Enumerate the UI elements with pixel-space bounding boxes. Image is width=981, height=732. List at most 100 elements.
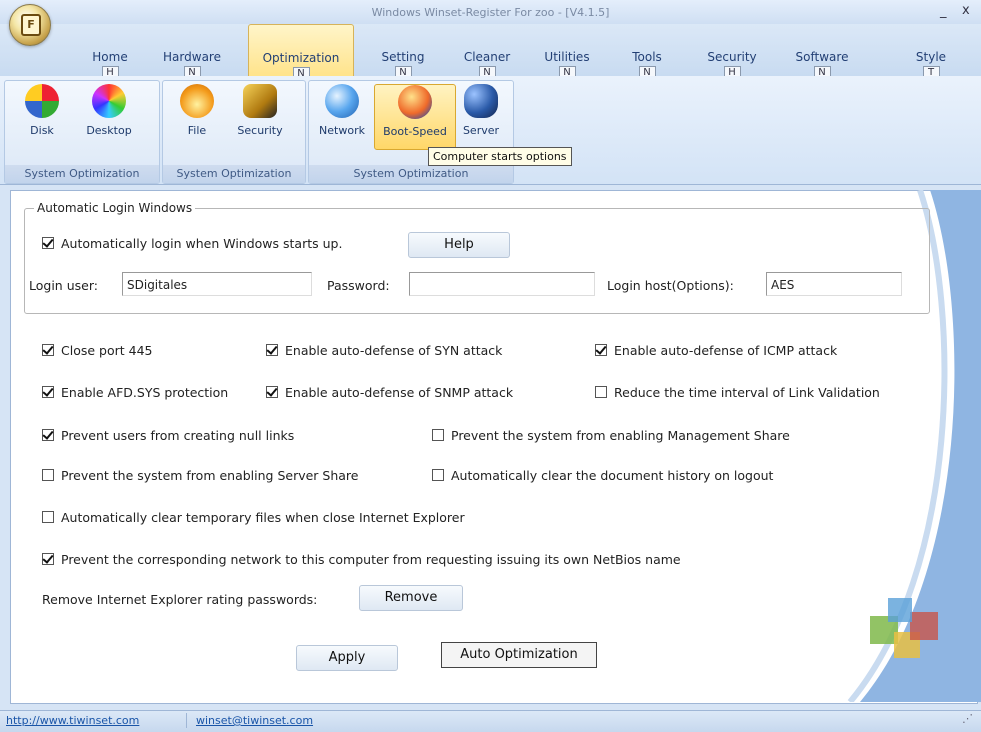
- boot-speed-icon: [398, 85, 432, 119]
- checkbox-label: Automatically clear temporary files when…: [61, 510, 465, 525]
- login-host-label: Login host(Options):: [607, 278, 734, 293]
- management-share-checkbox[interactable]: Prevent the system from enabling Managem…: [432, 428, 790, 443]
- password-label: Password:: [327, 278, 390, 293]
- tab-hardware[interactable]: Hardware N: [150, 24, 234, 80]
- desktop-button[interactable]: Desktop: [72, 84, 146, 148]
- tab-cleaner[interactable]: Cleaner N: [452, 24, 522, 80]
- checkbox-box[interactable]: [42, 429, 54, 441]
- disk-button[interactable]: Disk: [14, 84, 70, 148]
- close-port-445-checkbox[interactable]: Close port 445: [42, 343, 152, 358]
- snmp-attack-checkbox[interactable]: Enable auto-defense of SNMP attack: [266, 385, 513, 400]
- tab-label: Style: [915, 50, 947, 64]
- button-label: Network: [319, 124, 365, 137]
- tab-label: Cleaner: [463, 50, 511, 64]
- checkbox-label: Prevent users from creating null links: [61, 428, 295, 443]
- server-button[interactable]: Server: [456, 84, 506, 148]
- checkbox-box[interactable]: [266, 386, 278, 398]
- help-button[interactable]: Help: [408, 232, 510, 258]
- checkbox-label: Automatically login when Windows starts …: [61, 236, 343, 251]
- tab-style[interactable]: Style T: [906, 24, 956, 80]
- tab-label: Utilities: [544, 50, 590, 64]
- checkbox-label: Prevent the corresponding network to thi…: [61, 552, 681, 567]
- apply-button[interactable]: Apply: [296, 645, 398, 671]
- tab-label: Home: [92, 50, 128, 64]
- checkbox-box[interactable]: [595, 386, 607, 398]
- resize-grip-icon[interactable]: ⋰: [962, 712, 973, 725]
- button-label: Boot-Speed: [383, 125, 447, 138]
- checkbox-label: Automatically clear the document history…: [451, 468, 774, 483]
- app-menu-button[interactable]: F: [9, 4, 51, 46]
- boot-speed-button[interactable]: Boot-Speed: [374, 84, 456, 150]
- ie-temp-files-checkbox[interactable]: Automatically clear temporary files when…: [42, 510, 465, 525]
- desktop-icon: [92, 84, 126, 118]
- netbios-name-checkbox[interactable]: Prevent the corresponding network to thi…: [42, 552, 681, 567]
- checkbox-label: Prevent the system from enabling Managem…: [451, 428, 790, 443]
- checkbox-label: Prevent the system from enabling Server …: [61, 468, 359, 483]
- tab-tools[interactable]: Tools N: [614, 24, 680, 80]
- syn-attack-checkbox[interactable]: Enable auto-defense of SYN attack: [266, 343, 502, 358]
- auto-optimization-button[interactable]: Auto Optimization: [441, 642, 597, 668]
- tab-label: Setting: [381, 50, 425, 64]
- button-label: Desktop: [86, 124, 132, 137]
- group-caption: System Optimization: [309, 165, 513, 183]
- checkbox-box[interactable]: [42, 469, 54, 481]
- disk-icon: [25, 84, 59, 118]
- minimize-button[interactable]: _: [940, 4, 947, 19]
- icmp-attack-checkbox[interactable]: Enable auto-defense of ICMP attack: [595, 343, 837, 358]
- checkbox-label: Enable auto-defense of SNMP attack: [285, 385, 514, 400]
- login-host-input[interactable]: AES: [766, 272, 902, 296]
- document-history-checkbox[interactable]: Automatically clear the document history…: [432, 468, 773, 483]
- checkbox-label: Close port 445: [61, 343, 153, 358]
- checkbox-box[interactable]: [42, 237, 54, 249]
- login-user-label: Login user:: [29, 278, 98, 293]
- tab-label: Security: [707, 50, 757, 64]
- window-title: Windows Winset-Register For zoo - [V4.1.…: [371, 6, 610, 19]
- afd-protection-checkbox[interactable]: Enable AFD.SYS protection: [42, 385, 228, 400]
- tab-label: Optimization: [262, 51, 340, 65]
- email-link[interactable]: winset@tiwinset.com: [196, 714, 313, 727]
- login-user-input[interactable]: SDigitales: [122, 272, 312, 296]
- automatic-login-legend: Automatic Login Windows: [34, 201, 196, 215]
- tab-home[interactable]: Home H: [80, 24, 140, 80]
- website-link[interactable]: http://www.tiwinset.com: [6, 714, 139, 727]
- button-label: Security: [237, 124, 283, 137]
- button-label: Server: [462, 124, 500, 137]
- tab-setting[interactable]: Setting N: [368, 24, 438, 80]
- checkbox-box[interactable]: [432, 469, 444, 481]
- checkbox-box[interactable]: [266, 344, 278, 356]
- group-caption: System Optimization: [163, 165, 305, 183]
- security-icon: [243, 84, 277, 118]
- server-share-checkbox[interactable]: Prevent the system from enabling Server …: [42, 468, 359, 483]
- checkbox-label: Enable auto-defense of ICMP attack: [614, 343, 838, 358]
- file-button[interactable]: File: [172, 84, 222, 148]
- tab-security[interactable]: Security H: [692, 24, 772, 80]
- ie-rating-label: Remove Internet Explorer rating password…: [42, 592, 318, 607]
- server-icon: [464, 84, 498, 118]
- status-separator: [186, 713, 187, 728]
- security-button[interactable]: Security: [226, 84, 294, 148]
- file-icon: [180, 84, 214, 118]
- button-label: File: [187, 124, 207, 137]
- checkbox-box[interactable]: [432, 429, 444, 441]
- link-validation-checkbox[interactable]: Reduce the time interval of Link Validat…: [595, 385, 880, 400]
- network-button[interactable]: Network: [312, 84, 372, 148]
- checkbox-label: Reduce the time interval of Link Validat…: [614, 385, 880, 400]
- password-input[interactable]: [409, 272, 595, 296]
- tab-utilities[interactable]: Utilities N: [532, 24, 602, 80]
- checkbox-label: Enable auto-defense of SYN attack: [285, 343, 503, 358]
- checkbox-box[interactable]: [42, 553, 54, 565]
- checkbox-box[interactable]: [595, 344, 607, 356]
- tab-optimization[interactable]: Optimization N: [248, 24, 354, 81]
- remove-button[interactable]: Remove: [359, 585, 463, 611]
- checkbox-box[interactable]: [42, 511, 54, 523]
- automatic-login-group: [24, 208, 930, 314]
- app-key-icon: F: [21, 14, 41, 36]
- checkbox-box[interactable]: [42, 386, 54, 398]
- checkbox-box[interactable]: [42, 344, 54, 356]
- tab-software[interactable]: Software N: [782, 24, 862, 80]
- null-links-checkbox[interactable]: Prevent users from creating null links: [42, 428, 294, 443]
- close-button[interactable]: x: [962, 3, 970, 18]
- auto-login-checkbox[interactable]: Automatically login when Windows starts …: [42, 236, 342, 251]
- tab-label: Tools: [632, 50, 662, 64]
- network-icon: [325, 84, 359, 118]
